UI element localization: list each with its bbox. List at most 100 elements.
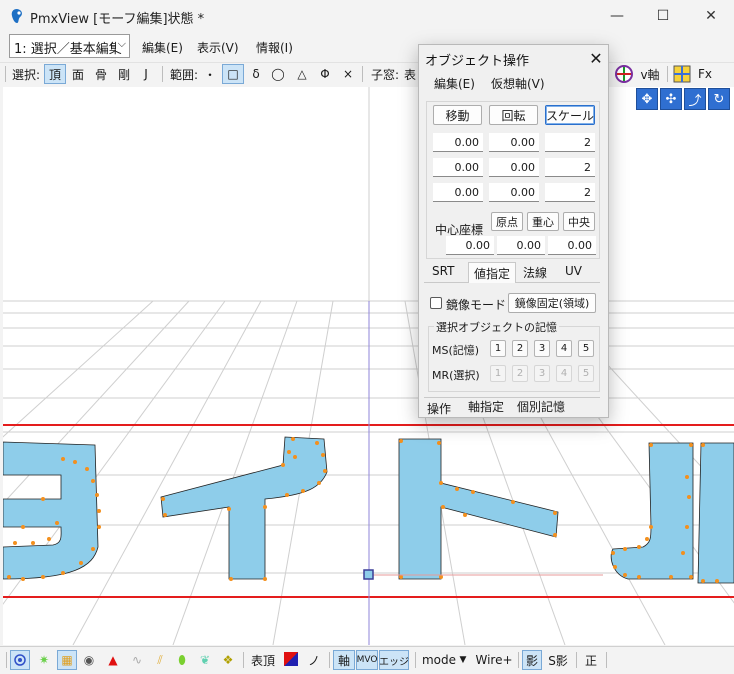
dialog-menu-virtual-axis[interactable]: 仮想軸(V)	[491, 75, 545, 92]
move-xy-icon[interactable]: ✥	[636, 88, 658, 110]
mr-slot-4[interactable]: 4	[556, 365, 572, 382]
select-rigid-button[interactable]: 剛	[114, 64, 134, 84]
edge-toggle[interactable]: エッジ	[379, 650, 409, 670]
ms-slot-1[interactable]: 1	[490, 340, 506, 357]
center-x-field[interactable]: 0.00	[446, 236, 494, 255]
scale-button[interactable]: スケール	[545, 105, 595, 125]
value-field-r2c1[interactable]: 0.00	[433, 158, 483, 177]
leaf-icon[interactable]: ❦	[196, 650, 214, 670]
center-origin-button[interactable]: 原点	[491, 212, 523, 231]
menu-edit[interactable]: 編集(E)	[142, 39, 183, 56]
stripe-icon[interactable]: ⫽	[150, 650, 170, 670]
shape-i	[160, 436, 328, 580]
tab-normal[interactable]: 法線	[523, 264, 547, 281]
grid-dots-icon[interactable]: ▦	[57, 650, 77, 670]
dialog-close-button[interactable]: ✕	[585, 47, 607, 69]
select-vertex-button[interactable]: 頂	[44, 64, 66, 84]
bottom-tab-operation[interactable]: 操作	[427, 400, 451, 417]
sparkle-icon[interactable]: ✷	[34, 650, 54, 670]
bend-icon[interactable]: ⤴	[684, 88, 706, 110]
axis-toggle[interactable]: 軸	[333, 650, 355, 670]
center-z-field[interactable]: 0.00	[548, 236, 596, 255]
mr-slot-5[interactable]: 5	[578, 365, 594, 382]
select-bone-button[interactable]: 骨	[91, 64, 111, 84]
value-field-r1c3[interactable]: 2	[545, 133, 595, 152]
toolbar-separator	[667, 66, 668, 82]
value-field-r3c1[interactable]: 0.00	[433, 183, 483, 202]
mvo-toggle[interactable]: MVO	[356, 650, 378, 670]
triangle-icon[interactable]: ▲	[104, 650, 122, 670]
self-shadow-toggle[interactable]: S影	[545, 650, 571, 670]
ms-slot-4[interactable]: 4	[556, 340, 572, 357]
ms-slot-2[interactable]: 2	[512, 340, 528, 357]
center-y-field[interactable]: 0.00	[497, 236, 545, 255]
mode-select[interactable]: 1: 選択／基本編集 ⌵	[9, 34, 130, 58]
maximize-button[interactable]: ☐	[640, 0, 686, 32]
wave-icon[interactable]: ∿	[127, 650, 147, 670]
mr-slot-1[interactable]: 1	[490, 365, 506, 382]
mirror-mode-label: 鏡像モード	[446, 298, 507, 312]
range-phi-button[interactable]: Φ	[316, 64, 334, 84]
shadow-toggle[interactable]: 影	[522, 650, 542, 670]
rotate-icon[interactable]: ↻	[708, 88, 730, 110]
child-table-button[interactable]: 表	[402, 64, 418, 84]
center-middle-button[interactable]: 中央	[563, 212, 595, 231]
mode-dropdown-label[interactable]: mode	[421, 650, 457, 670]
orthographic-toggle[interactable]: 正	[581, 650, 601, 670]
value-field-r2c2[interactable]: 0.00	[489, 158, 539, 177]
chevron-down-icon: ⌵	[115, 37, 126, 51]
tab-uv[interactable]: UV	[565, 264, 582, 278]
move-all-icon[interactable]: ✣	[660, 88, 682, 110]
mr-slot-3[interactable]: 3	[534, 365, 550, 382]
range-triangle-button[interactable]: △	[293, 64, 311, 84]
fx-grid-icon[interactable]	[673, 65, 691, 83]
select-face-button[interactable]: 面	[68, 64, 88, 84]
menu-view[interactable]: 表示(V)	[197, 39, 239, 56]
fx-label[interactable]: Fx	[694, 64, 716, 84]
range-circle-button[interactable]: ◯	[269, 64, 287, 84]
close-window-button[interactable]: ✕	[688, 0, 734, 32]
v-axis-icon[interactable]	[614, 64, 634, 84]
bottom-tab-axis[interactable]: 軸指定	[468, 398, 504, 415]
3d-viewport[interactable]	[3, 87, 734, 645]
bottom-separator	[415, 652, 416, 668]
ms-slot-5[interactable]: 5	[578, 340, 594, 357]
ms-slot-3[interactable]: 3	[534, 340, 550, 357]
menu-info[interactable]: 情報(I)	[256, 39, 293, 56]
range-clear-button[interactable]: ×	[340, 64, 356, 84]
minimize-button[interactable]: —	[594, 0, 640, 32]
target-icon[interactable]: ◉	[80, 650, 98, 670]
v-axis-label[interactable]: v軸	[638, 64, 662, 84]
center-gravity-button[interactable]: 重心	[527, 212, 559, 231]
mode-dropdown-chevron-icon[interactable]: ▼	[458, 650, 468, 670]
range-rect-button[interactable]: □	[222, 64, 244, 84]
dialog-menu-edit[interactable]: 編集(E)	[434, 75, 475, 92]
shape-ta	[3, 441, 99, 580]
wire-plus-toggle[interactable]: Wire+	[474, 650, 514, 670]
tab-srt[interactable]: SRT	[432, 264, 454, 278]
mr-slot-2[interactable]: 2	[512, 365, 528, 382]
value-field-r2c3[interactable]: 2	[545, 158, 595, 177]
origin-handle[interactable]	[363, 569, 374, 580]
vertex-view-icon[interactable]	[10, 650, 30, 670]
select-joint-button[interactable]: J	[137, 64, 155, 84]
face-vertex-label[interactable]: 表頂	[248, 650, 278, 670]
rotate-button[interactable]: 回転	[489, 105, 538, 125]
value-field-r1c2[interactable]: 0.00	[489, 133, 539, 152]
mirror-fix-button[interactable]: 鏡像固定(領域)	[508, 293, 596, 313]
value-field-r3c3[interactable]: 2	[545, 183, 595, 202]
capsule-icon[interactable]: ⬮	[173, 650, 191, 670]
tab-value[interactable]: 値指定	[474, 265, 510, 282]
viewport-canvas[interactable]	[3, 87, 734, 645]
move-button[interactable]: 移動	[433, 105, 482, 125]
mirror-mode-checkbox[interactable]	[430, 297, 442, 309]
value-field-r3c2[interactable]: 0.00	[489, 183, 539, 202]
value-field-r1c1[interactable]: 0.00	[433, 133, 483, 152]
mode-select-value: 1: 選択／基本編集	[14, 42, 122, 57]
color-swatch-icon[interactable]	[284, 652, 298, 666]
range-delta-button[interactable]: δ	[247, 64, 265, 84]
range-point-button[interactable]: ・	[201, 64, 219, 84]
no-label[interactable]: ノ	[304, 650, 324, 670]
bottom-tab-individual-memory[interactable]: 個別記憶	[517, 398, 565, 415]
chain-icon[interactable]: ❖	[219, 650, 237, 670]
